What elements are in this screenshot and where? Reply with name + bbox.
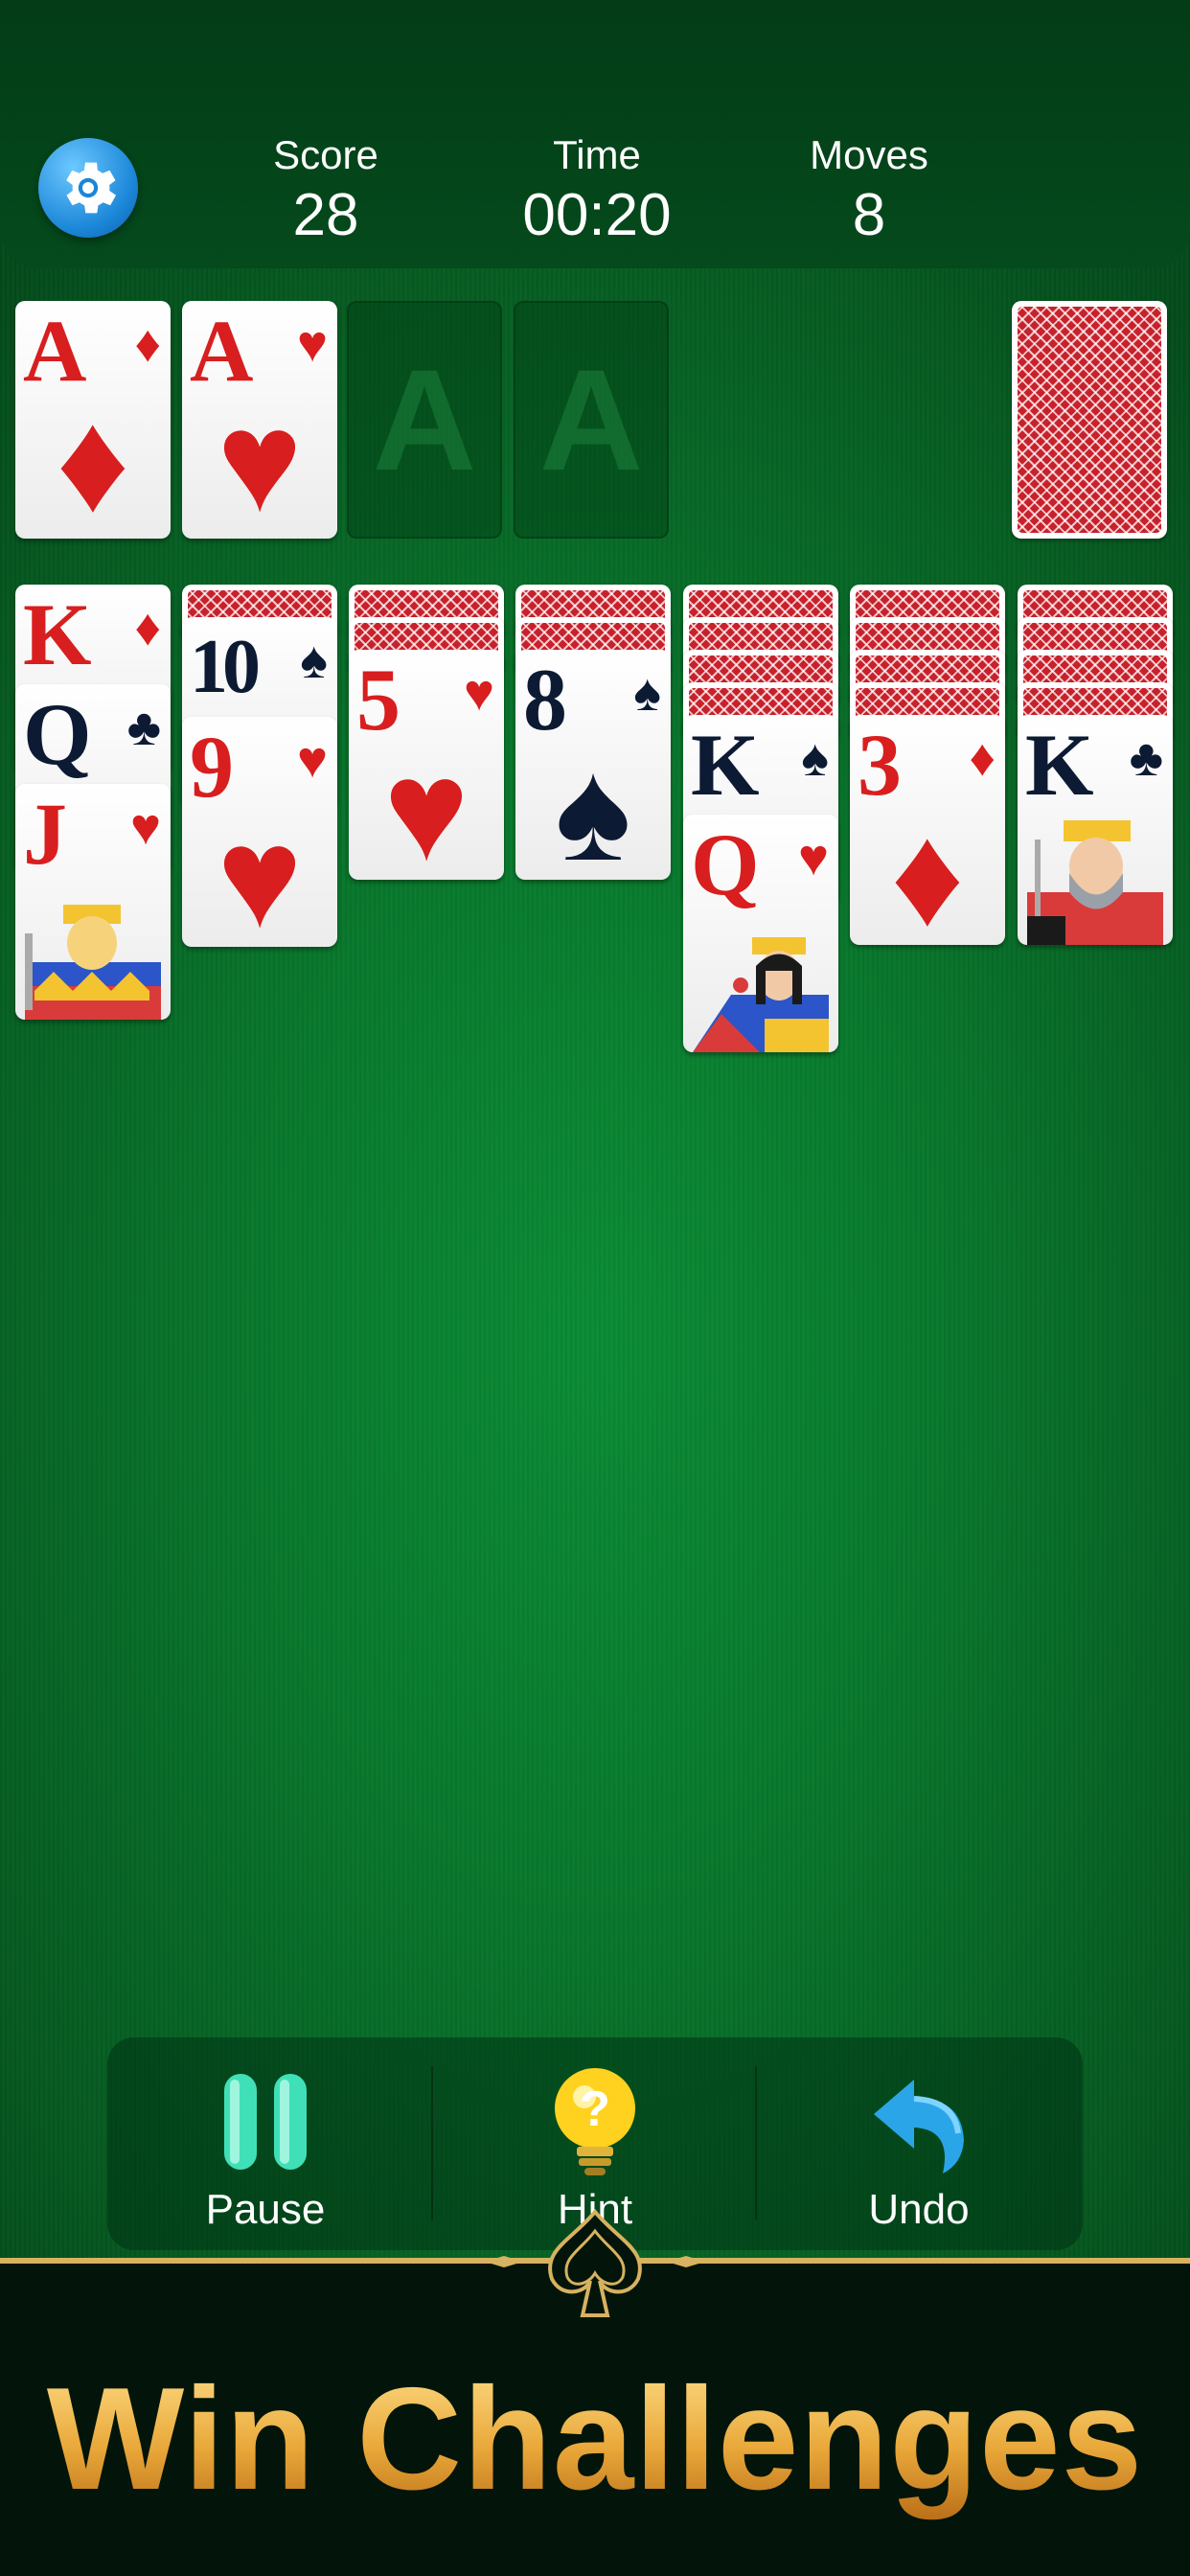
pause-button[interactable]: Pause <box>107 2037 423 2250</box>
undo-button[interactable]: Undo <box>761 2037 1077 2250</box>
queen-face-art <box>693 937 829 1052</box>
spade-ornament-icon <box>485 2208 705 2317</box>
score-display: Score 28 <box>211 132 441 251</box>
diamond-icon: ♦ <box>56 380 130 539</box>
diamond-icon: ♦ <box>890 794 965 945</box>
time-value: 00:20 <box>522 182 672 248</box>
card-rank: Q <box>691 816 760 913</box>
card-rank: K <box>691 716 760 814</box>
tableau-card[interactable]: K ♣ <box>1018 715 1173 945</box>
moves-value: 8 <box>852 182 886 248</box>
pause-label: Pause <box>205 2186 326 2233</box>
card-rank: K <box>23 586 92 683</box>
gear-icon <box>66 162 117 214</box>
top-bar: Score 28 Time 00:20 Moves 8 <box>0 0 1190 268</box>
spade-icon: ♠ <box>555 729 631 880</box>
spade-icon: ♠ <box>801 729 829 787</box>
foundation-diamonds[interactable]: A ♦ ♦ <box>15 301 171 539</box>
score-value: 28 <box>292 182 359 248</box>
card-rank: Q <box>23 685 92 783</box>
card-rank: K <box>1025 716 1094 814</box>
spade-icon: ♠ <box>300 632 328 689</box>
win-challenges-text: Win Challenges <box>0 2356 1190 2523</box>
lightbulb-icon: ? <box>555 2068 635 2175</box>
time-label: Time <box>553 132 641 177</box>
diamond-icon: ♦ <box>134 315 161 373</box>
moves-display: Moves 8 <box>754 132 984 251</box>
club-icon: ♣ <box>126 699 161 756</box>
heart-icon: ♥ <box>797 829 829 886</box>
card-rank: 10 <box>190 625 261 709</box>
undo-label: Undo <box>868 2186 970 2233</box>
moves-label: Moves <box>810 132 928 177</box>
pause-icon <box>224 2074 307 2170</box>
heart-icon: ♥ <box>129 798 161 856</box>
jack-face-art <box>25 905 161 1020</box>
foundation-hearts[interactable]: A ♥ ♥ <box>182 301 337 539</box>
tableau-card[interactable]: 8 ♠ ♠ <box>515 650 671 880</box>
heart-icon: ♥ <box>217 796 303 947</box>
diamond-icon: ♦ <box>134 599 161 656</box>
club-icon: ♣ <box>1129 729 1163 787</box>
stock-pile[interactable] <box>1012 301 1167 539</box>
ace-placeholder: A <box>372 338 477 500</box>
heart-icon: ♥ <box>383 729 469 880</box>
settings-button[interactable] <box>38 138 138 238</box>
spade-icon: ♠ <box>633 664 661 722</box>
tableau-card[interactable]: 3 ♦ ♦ <box>850 715 1005 945</box>
divider <box>431 2066 433 2220</box>
heart-icon: ♥ <box>463 664 494 722</box>
diamond-icon: ♦ <box>969 729 995 787</box>
foundation-empty-slot[interactable]: A <box>514 301 669 539</box>
tableau-card[interactable]: 9 ♥ ♥ <box>182 717 337 947</box>
time-display: Time 00:20 <box>482 132 712 251</box>
undo-arrow-icon <box>874 2080 964 2174</box>
foundation-empty-slot[interactable]: A <box>347 301 502 539</box>
ace-placeholder: A <box>538 338 644 500</box>
heart-icon: ♥ <box>217 380 303 539</box>
heart-icon: ♥ <box>296 315 328 373</box>
king-face-art <box>1027 820 1163 945</box>
svg-text:?: ? <box>580 2082 610 2137</box>
tableau-card[interactable]: 5 ♥ ♥ <box>349 650 504 880</box>
heart-icon: ♥ <box>296 731 328 789</box>
divider <box>755 2066 757 2220</box>
score-label: Score <box>273 132 378 177</box>
tableau-card[interactable]: J ♥ <box>15 784 171 1020</box>
card-rank: J <box>23 785 67 883</box>
tableau-card[interactable]: Q ♥ <box>683 815 838 1052</box>
